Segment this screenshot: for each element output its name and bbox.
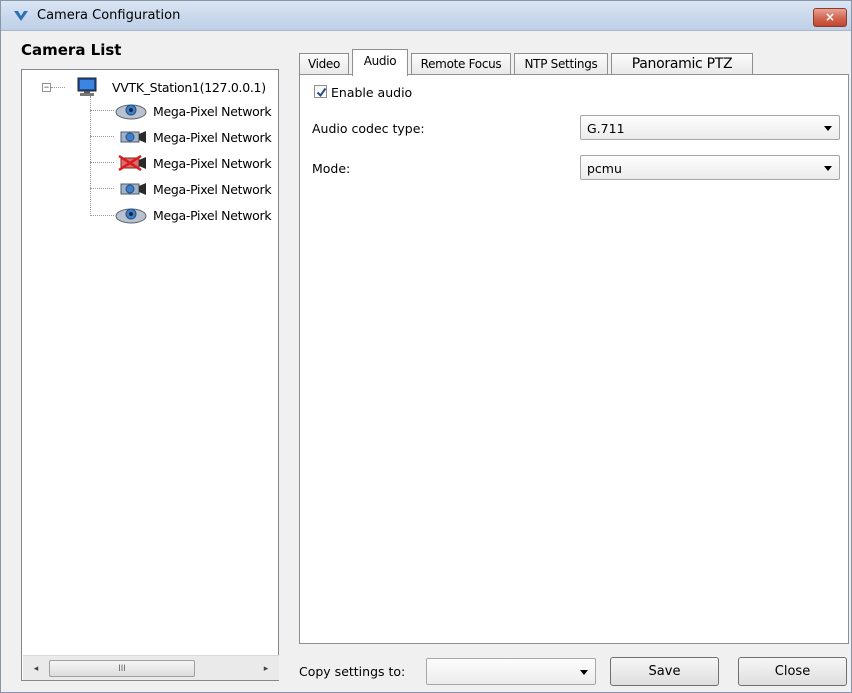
close-icon: ×	[824, 10, 836, 24]
audio-tab-panel: Enable audio Audio codec type: G.711 Mod…	[299, 74, 849, 644]
camera-tree[interactable]: − VVTK_Station1(127.0.0.1) Mega-Pixel Ne…	[21, 69, 279, 681]
tree-connector	[90, 96, 91, 216]
camera-configuration-window: Camera Configuration × Camera List − VVT…	[0, 0, 852, 693]
tab-audio[interactable]: Audio	[352, 49, 408, 76]
dome-camera-icon	[115, 104, 147, 120]
window-title: Camera Configuration	[37, 8, 181, 23]
tree-station-row[interactable]: − VVTK_Station1(127.0.0.1)	[40, 77, 278, 97]
audio-codec-value: G.711	[587, 121, 625, 136]
tree-camera-item[interactable]: Mega-Pixel Network	[114, 205, 278, 225]
enable-audio-checkbox[interactable]	[314, 85, 327, 98]
tree-camera-item[interactable]: Mega-Pixel Network	[114, 153, 278, 173]
tree-connector	[90, 162, 114, 163]
tree-camera-item[interactable]: Mega-Pixel Network	[114, 127, 278, 147]
camera-label: Mega-Pixel Network	[153, 182, 272, 197]
enable-audio-label[interactable]: Enable audio	[331, 85, 412, 100]
chevron-down-icon	[824, 166, 832, 171]
camera-label: Mega-Pixel Network	[153, 130, 272, 145]
tab-panoramic-ptz[interactable]: Panoramic PTZ	[611, 53, 753, 75]
app-logo-icon	[14, 11, 28, 21]
close-button[interactable]: Close	[738, 657, 847, 686]
camera-tree-content: − VVTK_Station1(127.0.0.1) Mega-Pixel Ne…	[22, 70, 278, 655]
tree-horizontal-scrollbar[interactable]: ◂ III ▸	[23, 655, 279, 680]
checkmark-icon	[316, 87, 327, 98]
box-camera-icon	[120, 131, 146, 143]
audio-codec-select[interactable]: G.711	[580, 115, 840, 140]
tree-connector	[90, 110, 114, 111]
tab-video[interactable]: Video	[299, 53, 349, 75]
box-camera-disconnected-icon	[118, 155, 146, 171]
scroll-right-icon[interactable]: ▸	[257, 660, 275, 676]
tree-connector	[90, 136, 114, 137]
mode-label: Mode:	[312, 161, 351, 176]
scroll-grip-icon: III	[118, 663, 126, 673]
camera-label: Mega-Pixel Network	[153, 208, 272, 223]
tree-camera-item[interactable]: Mega-Pixel Network	[114, 179, 278, 199]
dome-camera-icon	[115, 208, 147, 224]
camera-label: Mega-Pixel Network	[153, 156, 272, 171]
mode-value: pcmu	[587, 161, 622, 176]
copy-settings-label: Copy settings to:	[299, 664, 406, 679]
box-camera-icon	[120, 183, 146, 195]
scroll-left-icon[interactable]: ◂	[27, 660, 45, 676]
save-button[interactable]: Save	[610, 657, 719, 686]
collapse-icon[interactable]: −	[42, 83, 51, 92]
title-bar[interactable]: Camera Configuration ×	[1, 1, 851, 31]
tree-connector	[90, 188, 114, 189]
camera-label: Mega-Pixel Network	[153, 104, 272, 119]
window-close-button[interactable]: ×	[813, 8, 847, 27]
audio-codec-label: Audio codec type:	[312, 121, 425, 136]
station-label: VVTK_Station1(127.0.0.1)	[112, 80, 266, 95]
tab-remote-focus[interactable]: Remote Focus	[411, 53, 511, 75]
chevron-down-icon	[580, 670, 588, 675]
computer-icon	[77, 77, 97, 96]
copy-settings-select[interactable]	[426, 658, 596, 685]
chevron-down-icon	[824, 126, 832, 131]
camera-list-header: Camera List	[21, 41, 122, 59]
tree-camera-item[interactable]: Mega-Pixel Network	[114, 101, 278, 121]
mode-select[interactable]: pcmu	[580, 155, 840, 180]
tree-connector	[90, 215, 114, 216]
scrollbar-thumb[interactable]: III	[49, 660, 195, 677]
tab-ntp-settings[interactable]: NTP Settings	[514, 53, 608, 75]
